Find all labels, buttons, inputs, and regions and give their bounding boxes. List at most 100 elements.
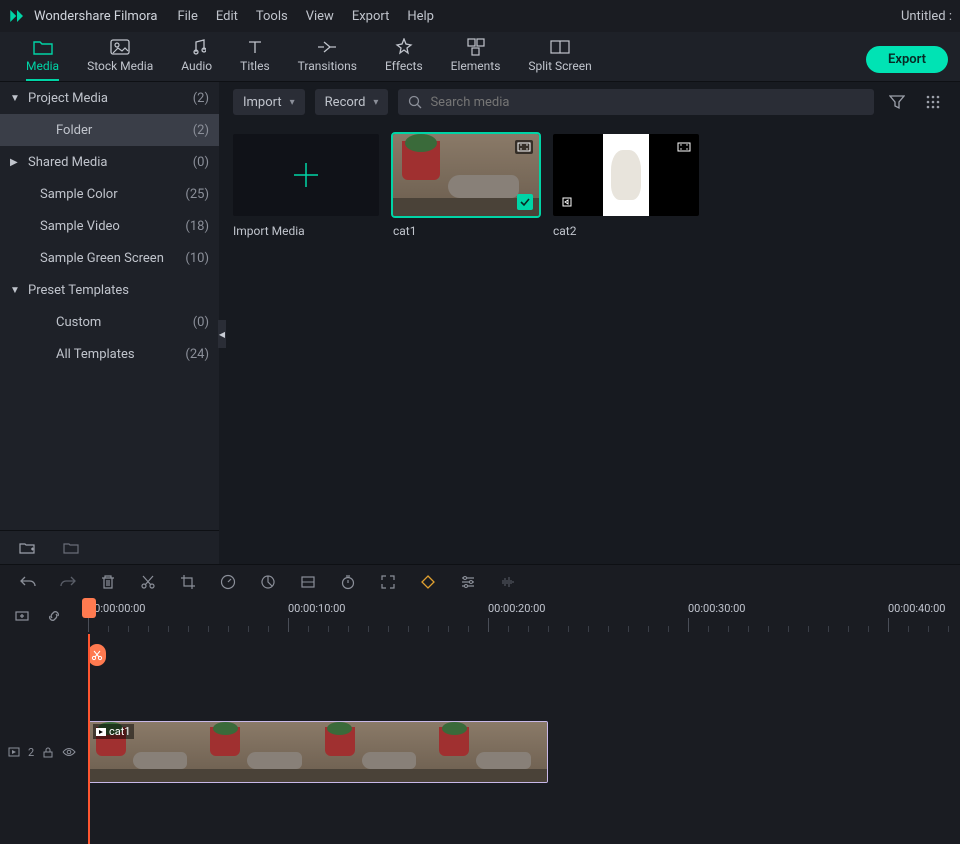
tab-label: Audio	[181, 59, 212, 73]
sidebar-item-custom[interactable]: Custom(0)	[0, 306, 219, 338]
sidebar-item-shared-media[interactable]: ▶Shared Media(0)	[0, 146, 219, 178]
timeline-tracks: 2 cat1	[0, 634, 960, 844]
sidebar-item-preset-templates[interactable]: ▼Preset Templates	[0, 274, 219, 306]
tab-titles[interactable]: Titles	[226, 34, 283, 81]
green-screen-button[interactable]	[298, 572, 318, 592]
playhead[interactable]	[88, 634, 90, 844]
card-label: cat2	[553, 224, 699, 238]
delete-button[interactable]	[98, 572, 118, 592]
tab-label: Elements	[451, 59, 501, 73]
grid-view-button[interactable]	[920, 89, 946, 115]
transition-icon	[317, 38, 337, 56]
folder-button[interactable]	[58, 535, 84, 561]
lock-icon[interactable]	[42, 746, 54, 758]
video-badge-icon	[675, 140, 693, 154]
collapse-sidebar-handle[interactable]: ◀	[218, 320, 226, 348]
import-thumb[interactable]	[233, 134, 379, 216]
main-toolbar: Media Stock Media Audio Titles Transitio…	[0, 32, 960, 82]
sidebar-item-sample-color[interactable]: Sample Color(25)	[0, 178, 219, 210]
speed-button[interactable]	[218, 572, 238, 592]
media-topbar: Import▾ Record▾	[219, 82, 960, 122]
marker-zone	[0, 634, 960, 676]
tab-audio[interactable]: Audio	[167, 34, 226, 81]
adjust-button[interactable]	[458, 572, 478, 592]
chevron-down-icon: ▾	[373, 97, 378, 108]
crop-button[interactable]	[178, 572, 198, 592]
video-track-icon	[8, 746, 20, 758]
sidebar-item-all-templates[interactable]: All Templates(24)	[0, 338, 219, 370]
menu-view[interactable]: View	[306, 9, 334, 24]
menubar: File Edit Tools View Export Help	[177, 9, 434, 24]
cut-button[interactable]	[138, 572, 158, 592]
record-dropdown[interactable]: Record▾	[315, 89, 389, 115]
media-card-cat2[interactable]: cat2	[553, 134, 699, 238]
redo-button[interactable]	[58, 572, 78, 592]
split-icon	[550, 38, 570, 56]
import-media-card[interactable]: Import Media	[233, 134, 379, 238]
tab-transitions[interactable]: Transitions	[284, 34, 371, 81]
chevron-down-icon: ▾	[290, 97, 295, 108]
cut-marker[interactable]	[88, 644, 106, 666]
link-button[interactable]	[44, 606, 64, 626]
tab-label: Media	[26, 59, 59, 73]
tab-elements[interactable]: Elements	[437, 34, 515, 81]
menu-tools[interactable]: Tools	[256, 9, 288, 24]
media-thumb[interactable]	[393, 134, 539, 216]
sidebar-bottom-toolbar	[0, 530, 219, 564]
filter-button[interactable]	[884, 89, 910, 115]
image-icon	[110, 38, 130, 56]
ruler-left-controls	[0, 606, 88, 626]
text-icon	[245, 38, 265, 56]
fullscreen-button[interactable]	[378, 572, 398, 592]
duration-button[interactable]	[338, 572, 358, 592]
timeline-ruler[interactable]: 00:00:00:0000:00:10:0000:00:20:0000:00:3…	[88, 598, 960, 634]
keyframe-button[interactable]	[418, 572, 438, 592]
new-folder-button[interactable]	[14, 535, 40, 561]
menu-edit[interactable]: Edit	[216, 9, 238, 24]
tab-split-screen[interactable]: Split Screen	[514, 34, 605, 81]
import-dropdown[interactable]: Import▾	[233, 89, 305, 115]
media-thumb[interactable]	[553, 134, 699, 216]
titlebar: Wondershare Filmora File Edit Tools View…	[0, 0, 960, 32]
app-name: Wondershare Filmora	[34, 9, 157, 24]
tab-label: Titles	[240, 59, 269, 73]
undo-button[interactable]	[18, 572, 38, 592]
sidebar-item-project-media[interactable]: ▼Project Media(2)	[0, 82, 219, 114]
video-track[interactable]: 2 cat1	[0, 716, 960, 788]
document-title: Untitled :	[901, 9, 952, 24]
card-label: cat1	[393, 224, 539, 238]
tab-label: Stock Media	[87, 59, 153, 73]
menu-file[interactable]: File	[177, 9, 197, 24]
audio-button[interactable]	[498, 572, 518, 592]
track-number: 2	[28, 746, 34, 759]
tab-label: Split Screen	[528, 59, 591, 73]
menu-export[interactable]: Export	[352, 9, 390, 24]
sidebar-item-folder[interactable]: Folder(2)	[0, 114, 219, 146]
search-input[interactable]	[430, 95, 864, 110]
add-to-timeline-icon[interactable]	[559, 194, 575, 210]
tab-media[interactable]: Media	[12, 34, 73, 81]
media-area: ◀ Import▾ Record▾ Import Media	[219, 82, 960, 564]
music-icon	[187, 38, 207, 56]
track-head: 2	[0, 746, 88, 759]
clip-title: cat1	[93, 724, 134, 739]
menu-help[interactable]: Help	[407, 9, 434, 24]
elements-icon	[466, 38, 486, 56]
app-logo-icon	[8, 7, 26, 25]
export-button[interactable]: Export	[866, 46, 948, 73]
tab-label: Transitions	[298, 59, 357, 73]
sidebar-item-sample-green-screen[interactable]: Sample Green Screen(10)	[0, 242, 219, 274]
video-badge-icon	[515, 140, 533, 154]
color-button[interactable]	[258, 572, 278, 592]
search-box[interactable]	[398, 89, 874, 115]
timeline-clip-cat1[interactable]: cat1	[88, 721, 548, 783]
eye-icon[interactable]	[62, 747, 76, 757]
track-add-button[interactable]	[12, 606, 32, 626]
media-card-cat1[interactable]: cat1	[393, 134, 539, 238]
folder-icon	[33, 38, 53, 56]
tab-effects[interactable]: Effects	[371, 34, 437, 81]
sidebar: ▼Project Media(2) Folder(2) ▶Shared Medi…	[0, 82, 219, 564]
tab-stock-media[interactable]: Stock Media	[73, 34, 167, 81]
tab-label: Effects	[385, 59, 423, 73]
sidebar-item-sample-video[interactable]: Sample Video(18)	[0, 210, 219, 242]
